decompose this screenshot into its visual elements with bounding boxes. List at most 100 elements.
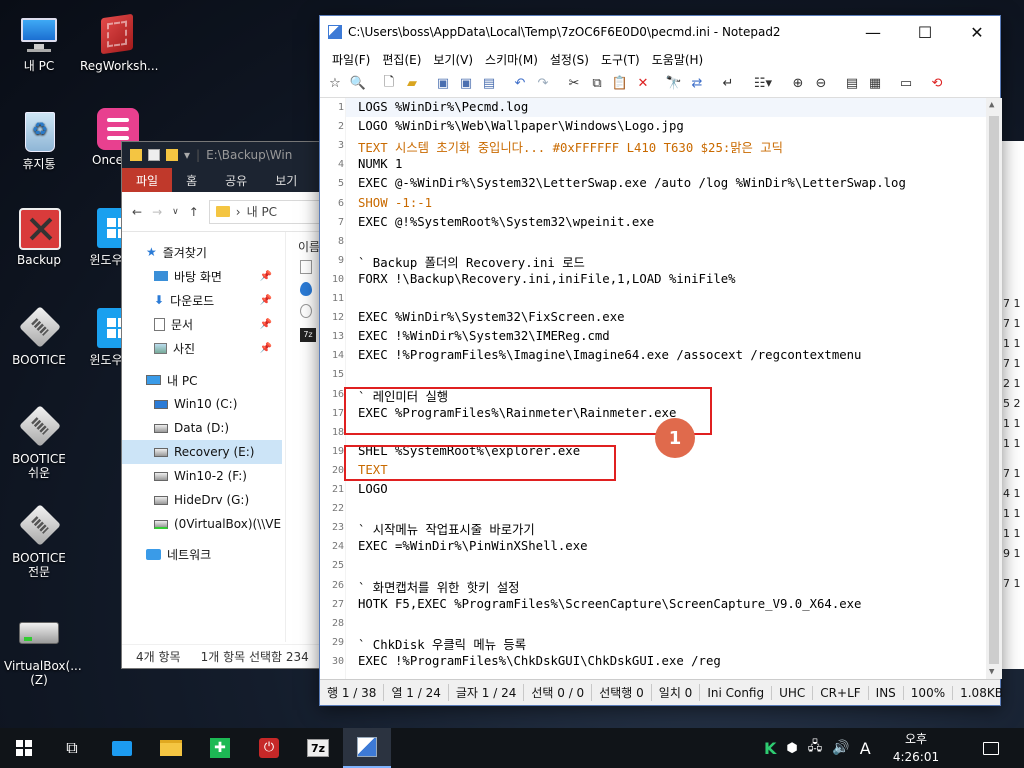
status-ins[interactable]: INS bbox=[869, 685, 904, 700]
tree-item-drive-c[interactable]: Win10 (C:) bbox=[122, 392, 282, 416]
k-app-icon[interactable]: K bbox=[764, 739, 776, 758]
tree-item-documents[interactable]: 문서 📌 bbox=[122, 312, 282, 336]
notification-button[interactable] bbox=[968, 728, 1014, 768]
tree-item-downloads[interactable]: ⬇ 다운로드 📌 bbox=[122, 288, 282, 312]
file-explorer-window[interactable]: ▾ | E:\Backup\Win 파일 홈 공유 보기 ← → ∨ ↑ › 내… bbox=[121, 141, 331, 669]
tab-view[interactable]: 보기 bbox=[261, 168, 311, 192]
zoom-in-icon[interactable]: ⊕ bbox=[787, 73, 809, 95]
exit-icon[interactable]: ⟲ bbox=[926, 73, 948, 95]
tab-share[interactable]: 공유 bbox=[211, 168, 261, 192]
tree-item-network[interactable]: 네트워크 bbox=[122, 542, 282, 566]
tree-item-drive-g[interactable]: HideDrv (G:) bbox=[122, 488, 282, 512]
desktop-icon-bootice-easy[interactable]: BOOTICE 쉬운 bbox=[2, 405, 76, 480]
tree-item-drive-f[interactable]: Win10-2 (F:) bbox=[122, 464, 282, 488]
notepad2-window[interactable]: C:\Users\boss\AppData\Local\Temp\7zOC6F6… bbox=[319, 15, 1003, 706]
find-icon[interactable]: 🔭 bbox=[663, 73, 685, 95]
delete-icon[interactable]: ✕ bbox=[632, 73, 654, 95]
redo-icon[interactable]: ↷ bbox=[532, 73, 554, 95]
tab-home[interactable]: 홈 bbox=[172, 168, 211, 192]
copy-icon[interactable]: ⧉ bbox=[586, 73, 608, 95]
close-button[interactable]: ✕ bbox=[954, 16, 1000, 48]
tree-item-drive-e[interactable]: Recovery (E:) bbox=[122, 440, 282, 464]
ime-indicator[interactable]: A bbox=[860, 739, 871, 758]
vertical-scrollbar[interactable]: ▲ ▼ bbox=[986, 98, 1002, 679]
status-eol[interactable]: CR+LF bbox=[813, 685, 869, 700]
up-arrow-icon[interactable]: ↑ bbox=[189, 205, 199, 219]
browse-icon[interactable]: 🔍 bbox=[347, 73, 369, 95]
scroll-up-icon[interactable]: ▲ bbox=[989, 100, 994, 110]
taskbar-app-7zip[interactable]: 7z bbox=[294, 728, 342, 768]
menu-view[interactable]: 보기(V) bbox=[427, 49, 479, 70]
desktop-icon-regworkshop[interactable]: RegWorksh... bbox=[80, 12, 159, 73]
taskbar-app-calculator[interactable]: ✚ bbox=[196, 728, 244, 768]
pin-icon[interactable]: 📌 bbox=[260, 319, 272, 330]
menu-file[interactable]: 파일(F) bbox=[326, 49, 376, 70]
desktop-icon-backup[interactable]: Backup bbox=[2, 206, 76, 267]
menu-edit[interactable]: 편집(E) bbox=[376, 49, 427, 70]
pin-icon[interactable]: 📌 bbox=[260, 271, 272, 282]
cut-icon[interactable]: ✂ bbox=[563, 73, 585, 95]
print-preview-icon[interactable]: ▦ bbox=[864, 73, 886, 95]
save-as-icon[interactable]: ▣ bbox=[455, 73, 477, 95]
menu-scheme[interactable]: 스키마(M) bbox=[479, 49, 544, 70]
word-wrap-icon[interactable]: ↵ bbox=[717, 73, 739, 95]
taskbar-app-notepad2[interactable] bbox=[343, 728, 391, 768]
tree-item-quick-access[interactable]: ★ 즐겨찾기 bbox=[122, 240, 282, 264]
pin-icon[interactable]: 📌 bbox=[260, 343, 272, 354]
tree-item-my-pc[interactable]: 내 PC bbox=[122, 368, 282, 392]
back-arrow-icon[interactable]: ← bbox=[132, 205, 142, 219]
status-scheme[interactable]: Ini Config bbox=[700, 685, 773, 700]
paste-icon[interactable]: 📋 bbox=[609, 73, 631, 95]
status-zoom[interactable]: 100% bbox=[904, 685, 954, 700]
desktop-icon-virtualbox[interactable]: VirtualBox(...(Z) bbox=[0, 612, 82, 687]
taskbar-app-explorer[interactable] bbox=[147, 728, 195, 768]
open-folder-icon[interactable]: ▰ bbox=[401, 73, 423, 95]
menu-settings[interactable]: 설정(S) bbox=[544, 49, 595, 70]
scheme-icon[interactable]: ☷▾ bbox=[748, 73, 778, 95]
tab-file[interactable]: 파일 bbox=[122, 168, 173, 192]
start-button[interactable] bbox=[0, 728, 48, 768]
clock[interactable]: 오후 4:26:01 2024-04-24 bbox=[884, 730, 948, 768]
maximize-button[interactable]: ☐ bbox=[902, 16, 948, 48]
tree-item-network-drive[interactable]: (0VirtualBox)(\\VE bbox=[122, 512, 282, 536]
desktop-icon-bootice[interactable]: BOOTICE bbox=[2, 306, 76, 367]
pin-icon[interactable]: 📌 bbox=[260, 295, 272, 306]
explorer-titlebar[interactable]: ▾ | E:\Backup\Win bbox=[122, 142, 330, 168]
minimize-button[interactable]: — bbox=[850, 16, 896, 48]
network-icon[interactable]: 🖧 bbox=[808, 737, 823, 759]
dropdown-icon[interactable]: ▾ bbox=[184, 148, 190, 162]
window-icon[interactable]: ▭ bbox=[895, 73, 917, 95]
save-all-icon[interactable]: ▤ bbox=[478, 73, 500, 95]
desktop-icon-bootice-pro[interactable]: BOOTICE 전문 bbox=[2, 504, 76, 579]
properties-icon[interactable] bbox=[148, 149, 160, 161]
new-file-icon[interactable]: 🗋 bbox=[378, 73, 400, 95]
tree-item-desktop[interactable]: 바탕 화면 📌 bbox=[122, 264, 282, 288]
droplet-icon[interactable] bbox=[300, 304, 314, 326]
desktop-icon-my-pc[interactable]: 내 PC bbox=[2, 12, 76, 73]
menu-tools[interactable]: 도구(T) bbox=[595, 49, 646, 70]
text-editor[interactable]: 1 2 3 4 5 6 7 8 9 10 11 12 13 14 15 16 17 18 19 20 21 22 23 24 2… bbox=[320, 98, 1002, 679]
undo-icon[interactable]: ↶ bbox=[509, 73, 531, 95]
tree-item-drive-d[interactable]: Data (D:) bbox=[122, 416, 282, 440]
scroll-down-icon[interactable]: ▼ bbox=[989, 667, 994, 677]
notepad-titlebar[interactable]: C:\Users\boss\AppData\Local\Temp\7zOC6F6… bbox=[320, 16, 1000, 48]
address-bar[interactable]: › 내 PC bbox=[208, 199, 320, 224]
zoom-out-icon[interactable]: ⊖ bbox=[810, 73, 832, 95]
task-view-button[interactable]: ⧉ bbox=[48, 728, 96, 768]
cube-tray-icon[interactable]: ⬢ bbox=[786, 741, 797, 756]
new-folder-icon[interactable] bbox=[166, 149, 178, 161]
taskbar-app-desktop[interactable] bbox=[98, 728, 146, 768]
scrollbar-thumb[interactable] bbox=[989, 116, 999, 664]
menu-help[interactable]: 도움말(H) bbox=[646, 49, 710, 70]
save-icon[interactable]: ▣ bbox=[432, 73, 454, 95]
forward-arrow-icon[interactable]: → bbox=[152, 205, 162, 219]
desktop-icon-recycle-bin[interactable]: 휴지통 bbox=[2, 110, 76, 171]
recent-dropdown-icon[interactable]: ∨ bbox=[172, 207, 179, 217]
status-encoding[interactable]: UHC bbox=[772, 685, 814, 700]
favorites-icon[interactable]: ☆ bbox=[324, 73, 346, 95]
volume-icon[interactable]: 🔊 bbox=[832, 740, 849, 756]
replace-icon[interactable]: ⇄ bbox=[686, 73, 708, 95]
tree-item-pictures[interactable]: 사진 📌 bbox=[122, 336, 282, 360]
taskbar-app-power[interactable]: ⏻ bbox=[245, 728, 293, 768]
water-drop-icon[interactable] bbox=[300, 282, 314, 304]
